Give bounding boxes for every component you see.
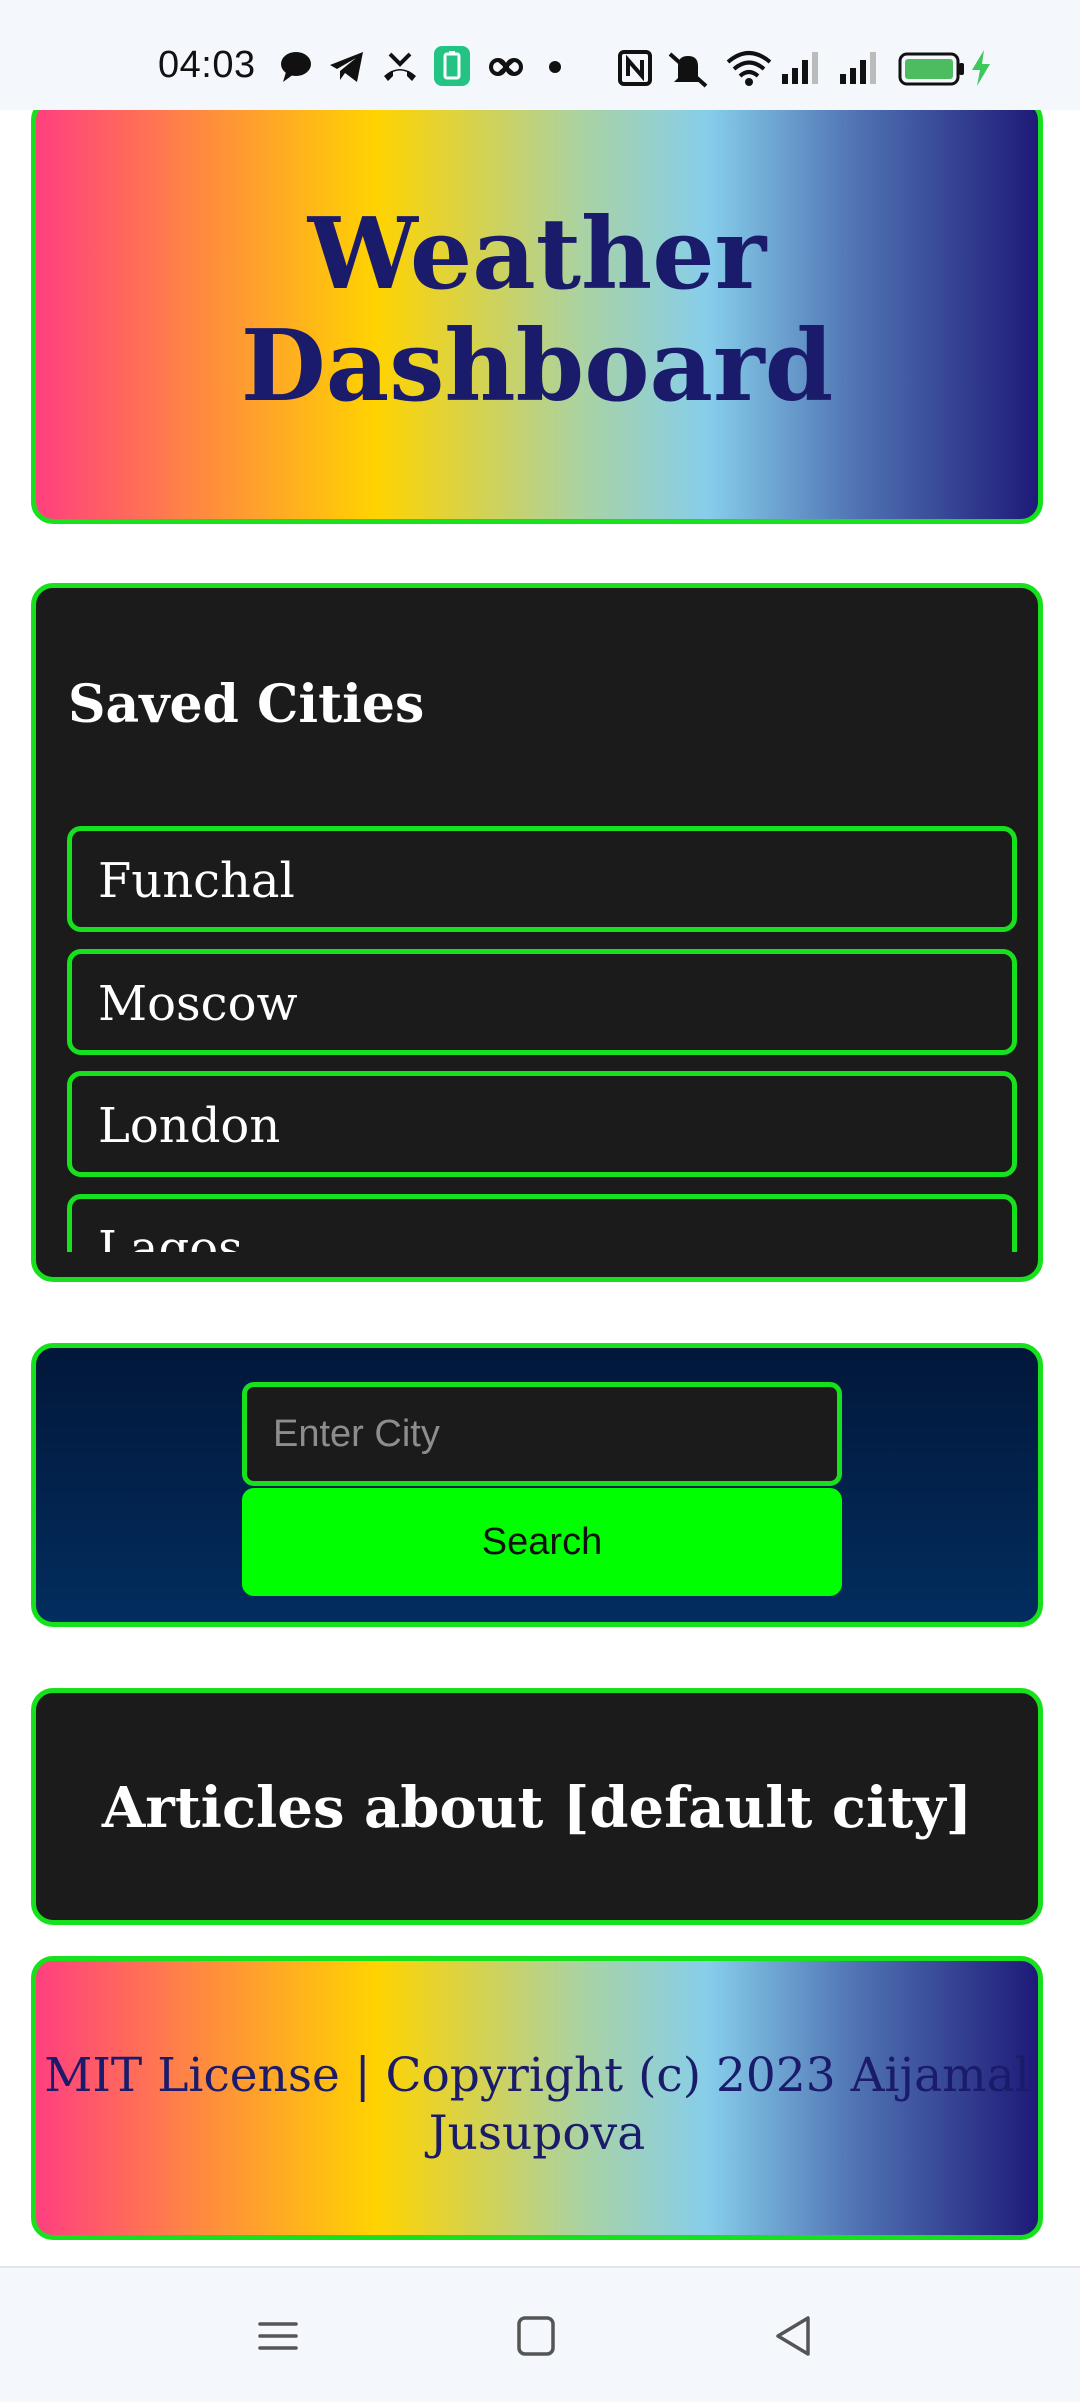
status-time: 04:03 — [158, 44, 256, 86]
city-item-london[interactable]: London — [67, 1071, 1017, 1177]
city-label: Funchal — [98, 853, 295, 909]
home-icon[interactable] — [506, 2308, 566, 2364]
status-bar: 04:03 — [0, 0, 1080, 110]
battery-app-icon — [434, 46, 470, 86]
city-item-moscow[interactable]: Moscow — [67, 949, 1017, 1055]
telegram-icon — [330, 52, 363, 82]
signal-icon — [840, 52, 876, 84]
city-item-funchal[interactable]: Funchal — [67, 826, 1017, 932]
mute-icon — [668, 52, 708, 88]
navigation-bar — [0, 2266, 1080, 2402]
header-banner: Weather Dashboard — [31, 98, 1043, 524]
articles-heading: Articles about [default city] — [101, 1775, 973, 1841]
charging-icon — [972, 50, 990, 86]
back-icon[interactable] — [764, 2308, 824, 2364]
signal-icon — [782, 52, 818, 84]
nfc-icon — [618, 50, 652, 86]
city-label: London — [98, 1098, 281, 1154]
articles-panel: Articles about [default city] — [31, 1688, 1043, 1925]
chat-bubble-icon — [281, 52, 311, 82]
list-scrollbar[interactable] — [1038, 814, 1043, 872]
link-icon — [489, 58, 523, 76]
missed-call-icon — [384, 52, 416, 81]
menu-icon[interactable] — [248, 2308, 308, 2364]
saved-cities-heading: Saved Cities — [68, 674, 425, 735]
dot-icon — [549, 61, 561, 73]
saved-cities-panel: Saved Cities Funchal Moscow London Lagos — [31, 583, 1043, 1282]
wifi-icon — [726, 51, 772, 86]
battery-icon — [898, 52, 964, 86]
search-panel: Search — [31, 1343, 1043, 1627]
page-title: Weather Dashboard — [240, 197, 834, 424]
city-item-lagos[interactable]: Lagos — [67, 1194, 1017, 1252]
footer: MIT License | Copyright (c) 2023 Aijamal… — [31, 1956, 1043, 2240]
city-label: Lagos — [98, 1221, 243, 1252]
city-search-input[interactable] — [242, 1382, 842, 1486]
saved-cities-list[interactable]: Funchal Moscow London Lagos — [67, 814, 1043, 1252]
city-label: Moscow — [98, 976, 298, 1032]
search-button[interactable]: Search — [242, 1488, 842, 1596]
footer-license-text: MIT License | Copyright (c) 2023 Aijamal… — [44, 2048, 1030, 2161]
